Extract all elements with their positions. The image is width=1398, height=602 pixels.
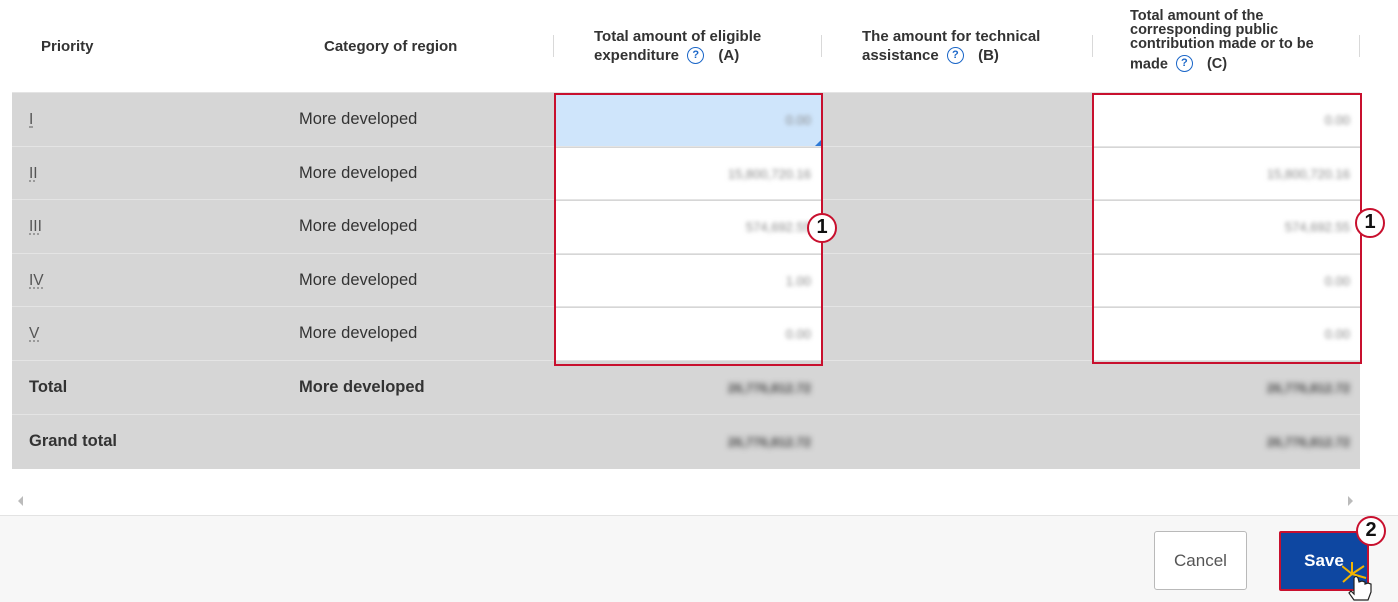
column-divider bbox=[553, 35, 554, 57]
expenditure-table: Priority Category of region Total amount… bbox=[12, 0, 1360, 470]
grand-total-row: Grand total 26,776,812.72 26,776,812.72 bbox=[12, 414, 1360, 469]
help-icon[interactable]: ? bbox=[687, 46, 705, 64]
eligible-expenditure-input[interactable]: 0.00 bbox=[556, 94, 821, 147]
priority-link[interactable]: III bbox=[29, 218, 42, 236]
table-row: III More developed 574,692.55 574,692.55 bbox=[12, 199, 1360, 254]
scroll-right-icon[interactable] bbox=[1348, 496, 1353, 506]
category-cell: More developed bbox=[299, 110, 418, 129]
column-divider bbox=[1359, 35, 1360, 57]
public-contribution-input[interactable]: 15,800,720.16 bbox=[1094, 148, 1360, 201]
callout-1: 1 bbox=[1355, 208, 1385, 238]
header-technical-assistance: The amount for technical assistance ? (B… bbox=[862, 28, 1041, 64]
cancel-button[interactable]: Cancel bbox=[1154, 531, 1247, 590]
grand-total-eligible-value: 26,776,812.72 bbox=[727, 434, 811, 450]
eligible-expenditure-input[interactable]: 1.00 bbox=[556, 255, 821, 308]
total-public-value: 26,776,812.72 bbox=[1266, 380, 1350, 396]
table-row: II More developed 15,800,720.16 15,800,7… bbox=[12, 146, 1360, 201]
horizontal-scrollbar[interactable] bbox=[0, 490, 1360, 512]
public-contribution-input[interactable]: 0.00 bbox=[1094, 94, 1360, 147]
public-contribution-input[interactable]: 0.00 bbox=[1094, 308, 1360, 361]
column-divider bbox=[821, 35, 822, 57]
hand-cursor-icon bbox=[1342, 562, 1372, 601]
eligible-expenditure-input[interactable]: 0.00 bbox=[556, 308, 821, 361]
help-icon[interactable]: ? bbox=[1175, 55, 1193, 72]
total-row: Total More developed 26,776,812.72 26,77… bbox=[12, 360, 1360, 415]
priority-link[interactable]: I bbox=[29, 111, 33, 129]
callout-1: 1 bbox=[807, 213, 837, 243]
category-cell: More developed bbox=[299, 271, 418, 290]
grand-total-label: Grand total bbox=[29, 432, 118, 451]
eligible-expenditure-input[interactable]: 15,800,720.16 bbox=[556, 148, 821, 201]
public-contribution-input[interactable]: 574,692.55 bbox=[1094, 201, 1360, 254]
category-cell: More developed bbox=[299, 217, 418, 236]
total-category: More developed bbox=[299, 378, 425, 397]
column-divider bbox=[1092, 35, 1093, 57]
eligible-expenditure-input[interactable]: 574,692.55 bbox=[556, 201, 821, 254]
table-row: V More developed 0.00 0.00 bbox=[12, 306, 1360, 361]
scroll-left-icon[interactable] bbox=[18, 496, 23, 506]
public-contribution-input[interactable]: 0.00 bbox=[1094, 255, 1360, 308]
table-row: I More developed 0.00 0.00 bbox=[12, 92, 1360, 147]
help-icon[interactable]: ? bbox=[946, 46, 964, 64]
total-eligible-value: 26,776,812.72 bbox=[727, 380, 811, 396]
priority-link[interactable]: V bbox=[29, 325, 39, 343]
priority-link[interactable]: IV bbox=[29, 272, 44, 290]
category-cell: More developed bbox=[299, 164, 418, 183]
category-cell: More developed bbox=[299, 324, 418, 343]
table-row: IV More developed 1.00 0.00 bbox=[12, 253, 1360, 308]
priority-link[interactable]: II bbox=[29, 165, 38, 183]
header-public-contribution: Total amount of the corresponding public… bbox=[1130, 8, 1314, 73]
table-header: Priority Category of region Total amount… bbox=[12, 0, 1360, 92]
header-category-of-region: Category of region bbox=[324, 37, 458, 55]
total-label: Total bbox=[29, 378, 68, 397]
header-priority: Priority bbox=[41, 37, 94, 55]
callout-2: 2 bbox=[1356, 516, 1386, 546]
header-eligible-expenditure: Total amount of eligible expenditure ? (… bbox=[594, 28, 762, 64]
grand-total-public-value: 26,776,812.72 bbox=[1266, 434, 1350, 450]
